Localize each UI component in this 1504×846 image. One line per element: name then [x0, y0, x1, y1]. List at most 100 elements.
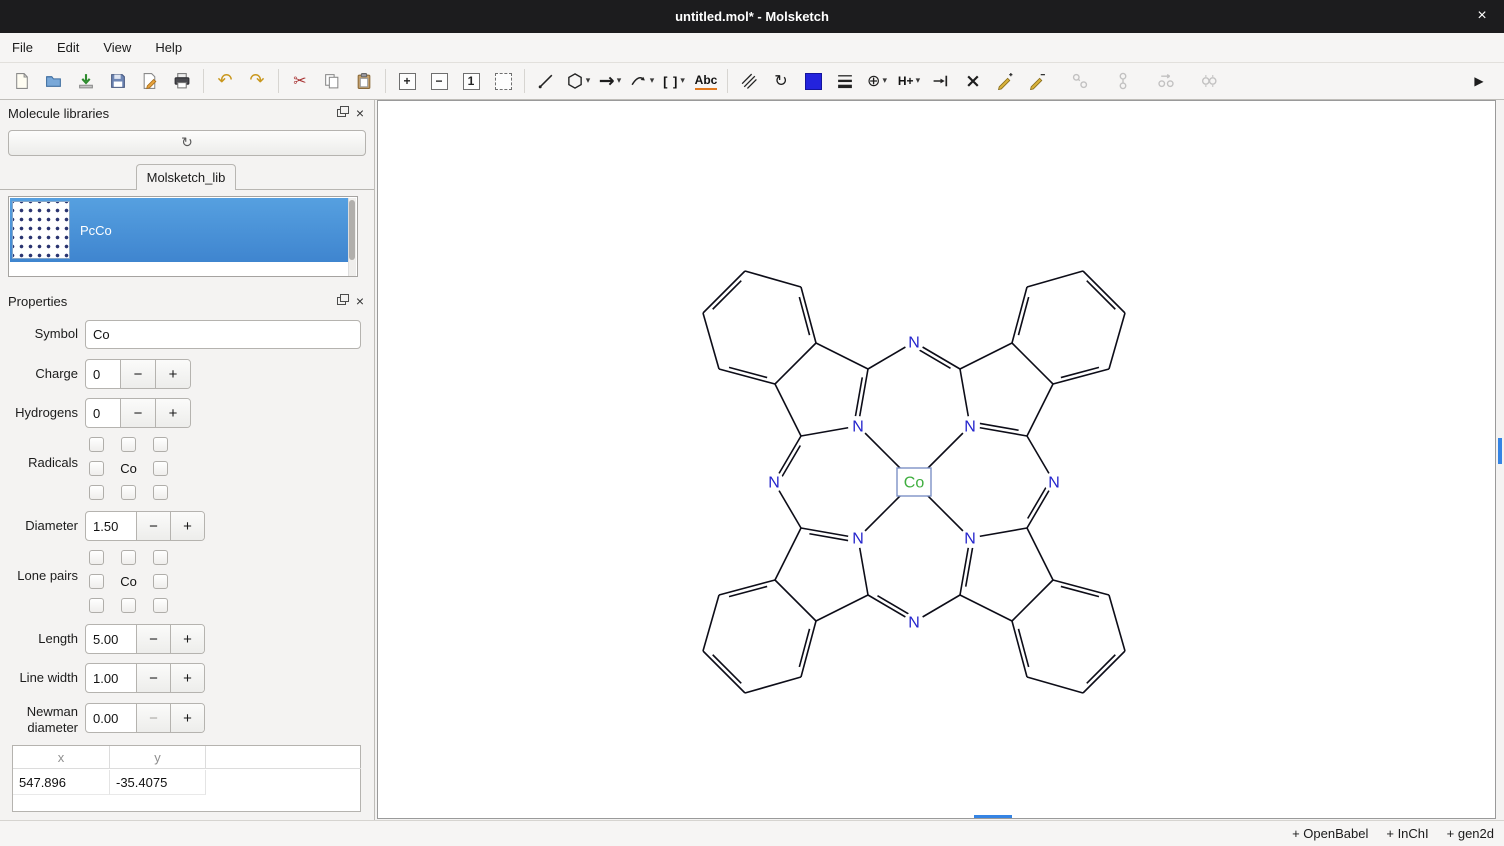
chevron-down-icon[interactable]: ▾ — [650, 76, 655, 86]
hydrogens-field[interactable]: 0 — [86, 399, 120, 427]
diameter-plus-button[interactable]: + — [170, 512, 204, 540]
toolbar-overflow-button[interactable]: ▶ — [1464, 66, 1494, 96]
length-field[interactable]: 5.00 — [86, 625, 136, 653]
coord-y-value[interactable]: -35.4075 — [110, 770, 206, 795]
coord-x-value[interactable]: 547.896 — [13, 770, 110, 795]
lone-pair-checkbox[interactable] — [153, 550, 168, 565]
newman-diameter-field[interactable]: 0.00 — [86, 704, 136, 732]
tab-molsketch-lib[interactable]: Molsketch_lib — [136, 164, 236, 190]
lone-pair-checkbox[interactable] — [153, 574, 168, 589]
list-item-pcco[interactable]: PcCo — [10, 198, 350, 262]
lone-pair-checkbox[interactable] — [89, 550, 104, 565]
diameter-minus-button[interactable]: − — [136, 512, 170, 540]
newman-plus-button[interactable]: + — [170, 704, 204, 732]
gears-tool-button[interactable] — [1194, 66, 1224, 96]
paste-button[interactable] — [349, 66, 379, 96]
optimize-tool-button[interactable] — [1151, 66, 1181, 96]
hydrogens-minus-button[interactable]: − — [120, 399, 155, 427]
export-button[interactable] — [135, 66, 165, 96]
chevron-down-icon[interactable]: ▾ — [586, 76, 591, 86]
radical-checkbox[interactable] — [153, 461, 168, 476]
copy-button[interactable] — [317, 66, 347, 96]
rotate-tool-button[interactable]: ↻ — [766, 66, 796, 96]
horizontal-scrollbar-thumb[interactable] — [974, 815, 1012, 818]
length-plus-button[interactable]: + — [170, 625, 204, 653]
mechanism-arrow-tool-button[interactable]: ▾ — [627, 66, 657, 96]
refresh-libraries-button[interactable]: ↻ — [8, 130, 366, 156]
lone-pair-checkbox[interactable] — [89, 598, 104, 613]
length-minus-button[interactable]: − — [136, 625, 170, 653]
connect-tool-button[interactable] — [926, 66, 956, 96]
radical-checkbox[interactable] — [89, 461, 104, 476]
redo-button[interactable]: ↷ — [242, 66, 272, 96]
window-close-button[interactable]: × — [1472, 6, 1492, 26]
charge-plus-button[interactable]: + — [155, 360, 190, 388]
symbol-field[interactable]: Co — [85, 320, 361, 349]
radical-checkbox[interactable] — [153, 437, 168, 452]
library-scrollbar[interactable] — [348, 198, 356, 277]
text-tool-button[interactable]: Abc — [691, 66, 721, 96]
print-button[interactable] — [167, 66, 197, 96]
lone-pair-checkbox[interactable] — [121, 550, 136, 565]
hydrogen-tool-button[interactable]: H+▾ — [894, 66, 924, 96]
ring-tool-button[interactable]: ▾ — [563, 66, 593, 96]
zoom-in-button[interactable]: + — [392, 66, 422, 96]
hydrogens-plus-button[interactable]: + — [155, 399, 190, 427]
menu-view[interactable]: View — [91, 33, 143, 62]
arrow-tool-button[interactable]: →▾ — [595, 66, 625, 96]
drawing-canvas[interactable]: NNNNNNNNCo — [377, 100, 1496, 819]
chevron-down-icon[interactable]: ▾ — [882, 76, 887, 86]
chevron-down-icon[interactable]: ▾ — [680, 76, 685, 86]
color-picker-button[interactable] — [798, 66, 828, 96]
float-dock-icon[interactable] — [337, 297, 346, 305]
pen-plus-tool-button[interactable] — [990, 66, 1020, 96]
radicals-label: Radicals — [0, 455, 78, 470]
float-dock-icon[interactable] — [337, 109, 346, 117]
menu-help[interactable]: Help — [143, 33, 194, 62]
save-as-button[interactable] — [103, 66, 133, 96]
charge-field[interactable]: 0 — [86, 360, 120, 388]
undo-icon: ↶ — [217, 72, 232, 90]
open-file-button[interactable] — [39, 66, 69, 96]
library-scrollbar-thumb[interactable] — [349, 200, 355, 260]
newman-minus-button[interactable]: − — [136, 704, 170, 732]
chevron-down-icon[interactable]: ▾ — [916, 76, 921, 86]
radical-checkbox[interactable] — [153, 485, 168, 500]
radical-checkbox[interactable] — [121, 437, 136, 452]
save-button[interactable] — [71, 66, 101, 96]
radical-checkbox[interactable] — [89, 485, 104, 500]
pen-minus-tool-button[interactable] — [1022, 66, 1052, 96]
draw-bond-tool-button[interactable] — [531, 66, 561, 96]
molecule-drawing[interactable]: NNNNNNNNCo — [378, 101, 1495, 818]
charge-minus-button[interactable]: − — [120, 360, 155, 388]
line-width-field[interactable]: 1.00 — [86, 664, 136, 692]
new-file-button[interactable] — [7, 66, 37, 96]
menu-file[interactable]: File — [0, 33, 45, 62]
charge-tool-button[interactable]: ⊕▾ — [862, 66, 892, 96]
lone-pair-checkbox[interactable] — [121, 598, 136, 613]
charge-icon: ⊕ — [867, 73, 880, 89]
diameter-field[interactable]: 1.50 — [86, 512, 136, 540]
zoom-out-button[interactable]: − — [424, 66, 454, 96]
zoom-original-button[interactable]: 1 — [456, 66, 486, 96]
close-dock-icon[interactable]: × — [356, 106, 364, 120]
undo-button[interactable]: ↶ — [210, 66, 240, 96]
line-width-minus-button[interactable]: − — [136, 664, 170, 692]
chevron-down-icon[interactable]: ▾ — [617, 76, 622, 86]
menu-edit[interactable]: Edit — [45, 33, 91, 62]
hash-bond-tool-button[interactable] — [734, 66, 764, 96]
close-dock-icon[interactable]: × — [356, 294, 364, 308]
zoom-fit-button[interactable] — [488, 66, 518, 96]
broken-chain-tool-button[interactable] — [1065, 66, 1095, 96]
vertical-scrollbar-thumb[interactable] — [1498, 438, 1502, 464]
radical-checkbox[interactable] — [89, 437, 104, 452]
lone-pair-checkbox[interactable] — [89, 574, 104, 589]
cut-button[interactable]: ✂ — [285, 66, 315, 96]
lone-pair-checkbox[interactable] — [153, 598, 168, 613]
line-width-plus-button[interactable]: + — [170, 664, 204, 692]
bracket-tool-button[interactable]: [ ]▾ — [659, 66, 689, 96]
line-width-button[interactable] — [830, 66, 860, 96]
radical-checkbox[interactable] — [121, 485, 136, 500]
chain-tool-button[interactable] — [1108, 66, 1138, 96]
delete-tool-button[interactable]: × — [958, 66, 988, 96]
